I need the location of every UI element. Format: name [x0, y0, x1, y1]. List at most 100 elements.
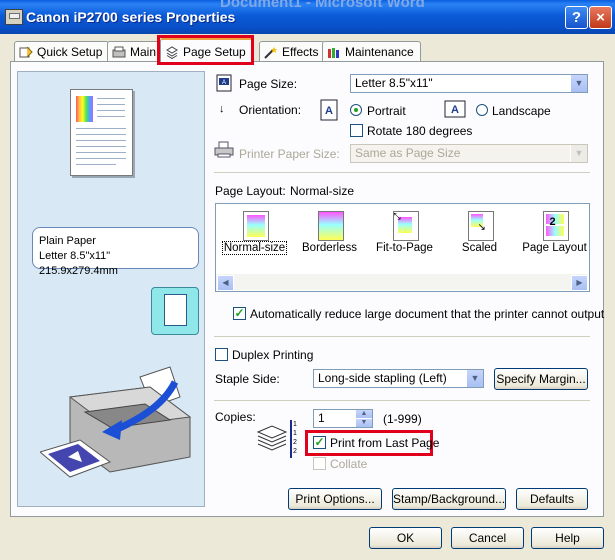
scroll-left-icon[interactable]: ◀ [217, 275, 234, 291]
layout-borderless[interactable]: Borderless [292, 204, 367, 274]
staple-side-dropdown[interactable]: Long-side stapling (Left) ▼ [313, 369, 484, 388]
maintenance-icon [328, 47, 339, 58]
page-layout-list[interactable]: Normal-size Borderless ⤡ Fit-to-Page ↘ S… [215, 203, 590, 292]
preview-image-block [76, 96, 93, 122]
duplex-label[interactable]: Duplex Printing [232, 348, 313, 362]
media-info-box: Plain Paper Letter 8.5"x11" 215.9x279.4m… [32, 227, 199, 277]
printer-paper-size-icon [214, 141, 234, 158]
media-type-text: Plain Paper [39, 235, 96, 247]
chevron-down-icon[interactable]: ▼ [570, 145, 587, 162]
portrait-page-icon [164, 294, 187, 326]
borderless-icon [316, 211, 344, 241]
landscape-radio[interactable] [476, 104, 488, 116]
collate-checkbox[interactable] [313, 457, 326, 470]
portrait-radio[interactable] [350, 104, 362, 116]
scaled-icon: ↘ [466, 211, 494, 241]
copies-value: 1 [318, 411, 325, 425]
spin-up-icon[interactable]: ▲ [355, 410, 372, 418]
svg-text:2: 2 [293, 448, 297, 455]
settings-preview: Plain Paper Letter 8.5"x11" 215.9x279.4m… [17, 71, 205, 507]
effects-icon [264, 46, 277, 59]
tab-maintenance-label: Maintenance [345, 45, 414, 59]
print-from-last-checkbox[interactable]: ✓ [313, 436, 326, 449]
layout-normal-size[interactable]: Normal-size [217, 204, 292, 274]
paper-preview [70, 89, 133, 176]
page-layout-icon: 2 [541, 211, 569, 241]
svg-text:2: 2 [293, 439, 297, 446]
chevron-down-icon[interactable]: ▼ [570, 75, 587, 92]
divider [214, 400, 590, 401]
svg-text:1: 1 [293, 430, 297, 437]
media-size-text: Letter 8.5"x11" 215.9x279.4mm [39, 250, 118, 277]
cancel-button[interactable]: Cancel [451, 527, 524, 549]
page-size-value: Letter 8.5"x11" [355, 76, 433, 90]
collate-label[interactable]: Collate [330, 457, 367, 471]
fit-to-page-icon: ⤡ [391, 211, 419, 241]
print-options-button[interactable]: Print Options... [288, 488, 382, 510]
landscape-icon: A [444, 100, 466, 118]
tab-quick-setup[interactable]: Quick Setup [14, 41, 110, 62]
scroll-right-icon[interactable]: ▶ [571, 275, 588, 291]
print-from-last-label[interactable]: Print from Last Page [330, 436, 439, 450]
page-size-dropdown[interactable]: Letter 8.5"x11" ▼ [350, 74, 588, 93]
page-stack-icon: 1 1 2 2 [256, 420, 297, 458]
orientation-label: Orientation: [239, 103, 302, 117]
auto-reduce-label[interactable]: Automatically reduce large document that… [250, 307, 604, 321]
spin-down-icon[interactable]: ▼ [355, 419, 372, 427]
printer-paper-size-value: Same as Page Size [355, 146, 461, 160]
quick-setup-icon [19, 46, 33, 57]
printer-paper-size-dropdown[interactable]: Same as Page Size ▼ [350, 144, 588, 163]
layout-borderless-label: Borderless [302, 242, 357, 254]
page-size-icon: A [216, 74, 232, 92]
layout-normal-size-label: Normal-size [221, 241, 288, 255]
layout-fit-to-page-label: Fit-to-Page [376, 242, 433, 254]
copies-range: (1-999) [383, 412, 422, 426]
rotate-180-label[interactable]: Rotate 180 degrees [367, 124, 472, 138]
portrait-icon: A [320, 99, 338, 121]
printer-illustration-icon [40, 366, 192, 478]
layout-scaled-label: Scaled [461, 242, 498, 254]
printer-paper-size-label: Printer Paper Size: [239, 147, 340, 161]
copies-label: Copies: [215, 410, 256, 424]
title-help-button[interactable]: ? [565, 6, 588, 29]
divider [214, 172, 590, 173]
staple-side-label: Staple Side: [215, 372, 280, 386]
duplex-checkbox[interactable] [215, 348, 228, 361]
tab-effects[interactable]: Effects [259, 41, 326, 62]
title-bar[interactable]: Document1 - Microsoft Word Canon iP2700 … [0, 0, 615, 34]
help-button[interactable]: Help [531, 527, 604, 549]
svg-text:A: A [325, 105, 333, 117]
window-title: Canon iP2700 series Properties [26, 9, 236, 25]
layout-page-layout[interactable]: 2 Page Layout [517, 204, 592, 274]
tab-maintenance[interactable]: Maintenance [322, 41, 421, 62]
background-window-title: Document1 - Microsoft Word [220, 0, 425, 11]
orientation-arrow-icon: ↓ [219, 103, 225, 115]
tab-main[interactable]: Main [107, 41, 163, 62]
specify-margin-button[interactable]: Specify Margin... [494, 368, 588, 390]
main-icon [112, 46, 126, 57]
layout-fit-to-page[interactable]: ⤡ Fit-to-Page [367, 204, 442, 274]
layout-page-layout-label: Page Layout [522, 242, 587, 254]
divider [214, 336, 590, 337]
defaults-button[interactable]: Defaults [516, 488, 588, 510]
svg-text:A: A [451, 104, 459, 116]
auto-reduce-checkbox[interactable]: ✓ [233, 307, 246, 320]
ok-button[interactable]: OK [369, 527, 442, 549]
portrait-label[interactable]: Portrait [367, 104, 406, 118]
page-layout-value: Normal-size [290, 184, 355, 198]
landscape-label[interactable]: Landscape [492, 104, 551, 118]
tab-effects-label: Effects [282, 45, 319, 59]
copies-spinbox[interactable]: 1 ▲ ▼ [313, 409, 373, 428]
layout-list-scrollbar[interactable]: ◀ ▶ [216, 274, 588, 291]
svg-text:1: 1 [293, 421, 297, 428]
staple-side-value: Long-side stapling (Left) [318, 371, 447, 385]
stamp-background-button[interactable]: Stamp/Background... [392, 488, 506, 510]
page-setup-tab-highlight [157, 35, 254, 65]
layout-scaled[interactable]: ↘ Scaled [442, 204, 517, 274]
rotate-180-checkbox[interactable] [350, 124, 363, 137]
printer-app-icon[interactable] [5, 9, 23, 25]
title-close-button[interactable]: × [589, 6, 612, 29]
svg-text:A: A [222, 80, 226, 86]
orientation-preview [151, 287, 199, 335]
chevron-down-icon[interactable]: ▼ [466, 370, 483, 387]
